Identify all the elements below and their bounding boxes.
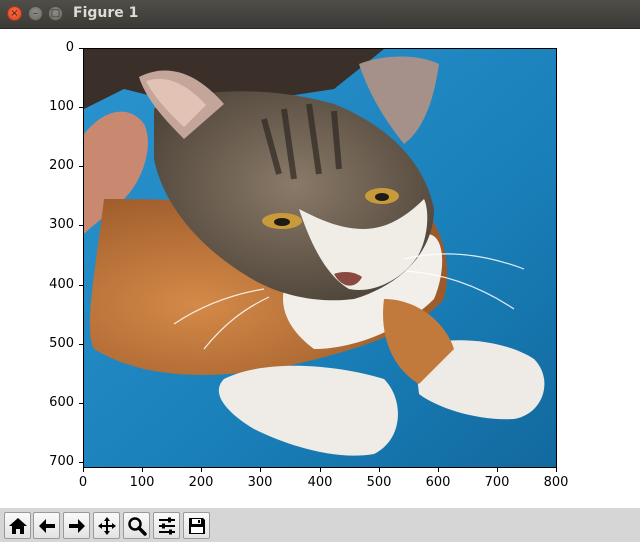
y-tick-mark xyxy=(79,48,83,49)
y-tick-mark xyxy=(79,344,83,345)
close-window-button[interactable]: × xyxy=(7,6,22,21)
x-tick-label: 400 xyxy=(307,475,333,490)
back-arrow-icon xyxy=(39,519,55,533)
x-tick-mark xyxy=(497,468,498,472)
y-tick-mark xyxy=(79,166,83,167)
y-tick-label: 400 xyxy=(49,277,74,292)
cat-image xyxy=(84,49,556,467)
save-floppy-icon xyxy=(189,518,205,534)
x-tick-label: 500 xyxy=(366,475,392,490)
subplots-sliders-icon xyxy=(159,517,175,535)
x-tick-mark xyxy=(438,468,439,472)
x-tick-label: 600 xyxy=(425,475,451,490)
y-tick-label: 700 xyxy=(49,454,74,469)
x-tick-mark xyxy=(379,468,380,472)
x-tick-mark xyxy=(260,468,261,472)
save-figure-button[interactable] xyxy=(183,512,210,539)
home-icon xyxy=(9,518,27,534)
maximize-window-button[interactable]: □ xyxy=(48,6,63,21)
x-tick-label: 800 xyxy=(543,475,569,490)
x-tick-label: 300 xyxy=(247,475,273,490)
x-tick-label: 0 xyxy=(78,475,88,490)
x-tick-mark xyxy=(142,468,143,472)
y-tick-mark xyxy=(79,403,83,404)
image-plot-area[interactable] xyxy=(83,48,557,468)
y-tick-mark xyxy=(79,285,83,286)
y-tick-label: 100 xyxy=(49,99,74,114)
y-tick-label: 200 xyxy=(49,158,74,173)
navigation-toolbar xyxy=(0,508,640,542)
y-tick-label: 600 xyxy=(49,395,74,410)
window-title: Figure 1 xyxy=(73,5,139,21)
y-tick-mark xyxy=(79,225,83,226)
pan-button[interactable] xyxy=(93,512,120,539)
y-tick-label: 300 xyxy=(49,217,74,232)
y-tick-label: 500 xyxy=(49,336,74,351)
x-tick-mark xyxy=(201,468,202,472)
configure-subplots-button[interactable] xyxy=(153,512,180,539)
y-tick-mark xyxy=(79,107,83,108)
pan-move-icon xyxy=(98,517,116,535)
y-tick-mark xyxy=(79,462,83,463)
forward-arrow-icon xyxy=(69,519,85,533)
minimize-window-button[interactable]: – xyxy=(28,6,43,21)
zoom-button[interactable] xyxy=(123,512,150,539)
x-tick-label: 200 xyxy=(188,475,214,490)
x-tick-label: 100 xyxy=(129,475,155,490)
x-tick-label: 700 xyxy=(484,475,510,490)
x-tick-mark xyxy=(556,468,557,472)
forward-button[interactable] xyxy=(63,512,90,539)
back-button[interactable] xyxy=(33,512,60,539)
home-button[interactable] xyxy=(4,512,31,539)
x-tick-mark xyxy=(83,468,84,472)
window-titlebar: × – □ Figure 1 xyxy=(0,0,640,29)
x-tick-mark xyxy=(320,468,321,472)
y-tick-label: 0 xyxy=(65,40,74,55)
zoom-magnifier-icon xyxy=(128,517,147,536)
